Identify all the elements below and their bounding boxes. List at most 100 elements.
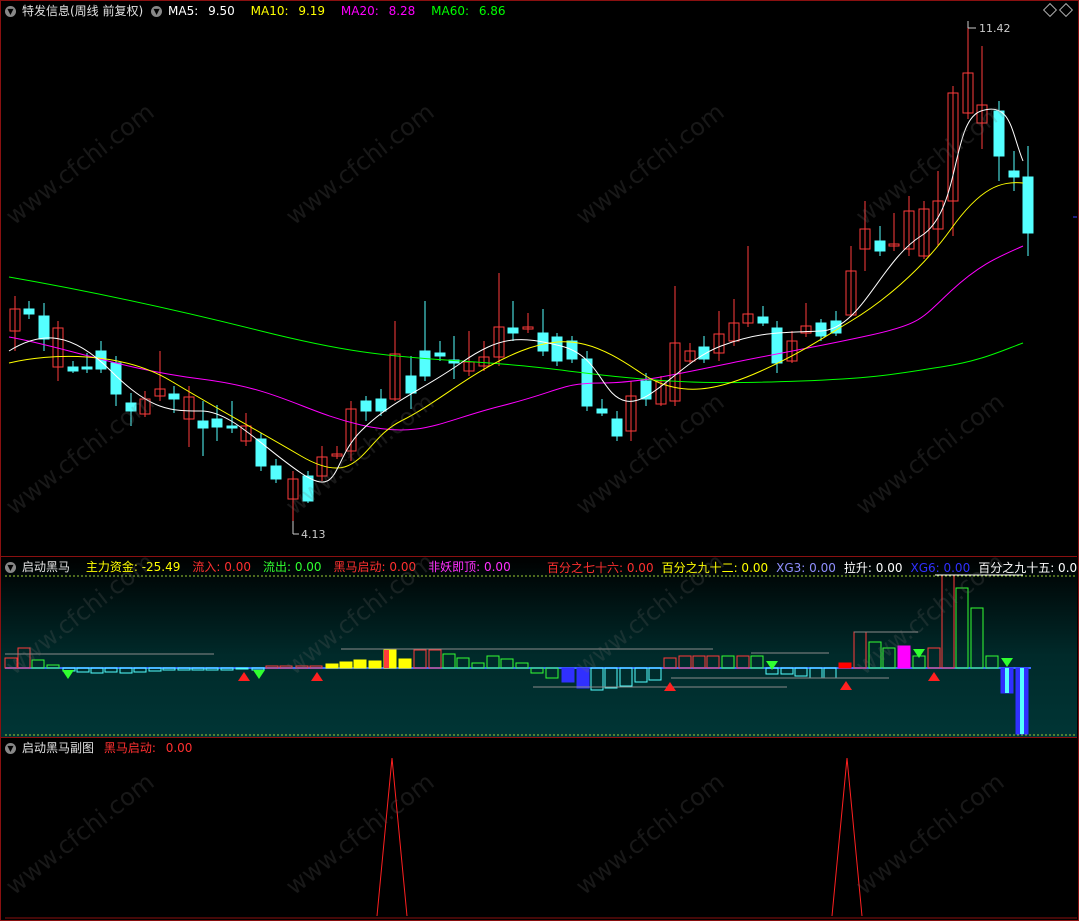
indicator-right-value-1: 百分之九十二: 0.00	[661, 561, 769, 575]
candle-body	[757, 316, 769, 324]
flow-bar	[235, 667, 249, 670]
buy-arrow-icon	[840, 681, 852, 690]
flow-bar	[678, 655, 692, 669]
candle-body	[551, 336, 563, 362]
flow-bar	[339, 661, 353, 669]
flow-bar	[970, 607, 984, 669]
sub-chart[interactable]	[1, 738, 1077, 920]
sub-header: ▼ 启动黑马副图 黑马启动: 0.00	[5, 740, 204, 756]
flow-bar	[809, 667, 823, 679]
stock-title: 特发信息(周线 前复权)	[22, 4, 144, 18]
sell-arrow-icon	[913, 649, 925, 658]
flow-bar	[17, 647, 31, 669]
ma5-label: MA5: 9.50	[168, 4, 235, 18]
signal-spike	[376, 757, 408, 917]
candle-body	[375, 398, 387, 412]
flow-bar	[736, 655, 750, 669]
candle-body	[270, 465, 282, 480]
flow-bar	[148, 667, 162, 672]
buy-arrow-icon	[311, 672, 323, 681]
candle-body	[1022, 176, 1034, 234]
flow-bar	[576, 667, 590, 689]
flow-bar	[604, 667, 618, 689]
candle-body	[698, 346, 710, 360]
indicator-right-value-4: XG6: 0.00	[910, 561, 971, 575]
ma10-line	[8, 182, 1024, 469]
indicator-right-value-0: 百分之七十六: 0.00	[547, 561, 654, 575]
candle-body	[23, 308, 35, 315]
flow-bar	[1005, 668, 1009, 693]
candle-body	[67, 366, 79, 372]
flow-bar	[985, 655, 999, 669]
flow-bar	[941, 574, 955, 669]
high-price-label: 11.42	[979, 22, 1011, 35]
indicator-panel[interactable]: ▼ 启动黑马 主力资金: -25.49 流入: 0.00 流出: 0.00 黑马启动: …	[1, 557, 1077, 738]
flow-bar	[663, 657, 677, 669]
flow-bar	[648, 667, 662, 681]
flow-bar	[456, 657, 470, 669]
flow-bar	[561, 667, 575, 683]
ma60-label: MA60: 6.86	[431, 4, 506, 18]
indicator-right-value-5: 百分之九十五: 0.00	[978, 561, 1077, 575]
candle-body	[168, 393, 180, 400]
indicator-header: ▼ 启动黑马 主力资金: -25.49 流入: 0.00 流出: 0.00 黑马启动: …	[5, 559, 529, 575]
flow-bar	[853, 631, 867, 669]
chevron-down-icon[interactable]: ▼	[151, 6, 163, 17]
indicator-value-0: 主力资金: -25.49	[85, 560, 181, 574]
candle-body	[197, 420, 209, 429]
flow-bar	[750, 655, 764, 669]
flow-bar	[46, 664, 60, 669]
chevron-down-icon[interactable]: ▼	[5, 6, 16, 17]
indicator-chart[interactable]	[1, 557, 1077, 737]
ma5-line	[8, 108, 1024, 483]
flow-bar	[619, 667, 633, 687]
indicator-value-2: 流出: 0.00	[262, 560, 322, 574]
chevron-down-icon[interactable]: ▼	[5, 562, 16, 573]
candle-body	[815, 322, 827, 337]
indicator-right-value-2: XG3: 0.00	[776, 561, 836, 575]
flow-bar	[838, 662, 852, 669]
sell-arrow-icon	[62, 670, 74, 679]
flow-bar	[353, 659, 367, 669]
flow-bar	[398, 658, 412, 669]
indicator-value-3: 黑马启动: 0.00	[333, 560, 417, 574]
indicator-title: 启动黑马	[22, 560, 71, 574]
ma10-label: MA10: 9.19	[250, 4, 326, 18]
flow-bar	[413, 649, 427, 669]
candle-body	[211, 418, 223, 428]
candlestick-chart[interactable]: 11.42 4.13	[1, 1, 1077, 556]
flow-bar	[794, 667, 808, 677]
candle-body	[125, 402, 137, 412]
candle-body	[38, 315, 50, 340]
flow-bar	[428, 649, 442, 669]
candle-body	[596, 408, 608, 414]
candle-body	[993, 110, 1005, 157]
indicator-right-values: 百分之七十六: 0.00 百分之九十二: 0.00 XG3: 0.00 拉升: 0.0…	[547, 559, 1077, 576]
flow-bar	[31, 659, 45, 669]
candle-body	[81, 366, 93, 370]
candle-body	[302, 475, 314, 502]
sub-title: 启动黑马副图	[22, 741, 95, 755]
sub-panel[interactable]: ▼ 启动黑马副图 黑马启动: 0.00	[1, 738, 1077, 920]
price-panel[interactable]: 11.42 4.13 ▼ 特发信息(周线 前复权) ▼ MA5: 9.50 MA10:…	[1, 1, 1077, 557]
indicator-value-4: 非妖即顶: 0.00	[428, 560, 511, 574]
flow-bar	[442, 653, 456, 669]
price-header: ▼ 特发信息(周线 前复权) ▼ MA5: 9.50 MA10: 9.19 MA20…	[5, 3, 518, 19]
candle-body	[360, 400, 372, 412]
flow-bar	[706, 655, 720, 669]
buy-arrow-icon	[238, 672, 250, 681]
sell-arrow-icon	[253, 670, 265, 679]
flow-bar	[500, 658, 514, 669]
low-price-label: 4.13	[301, 528, 326, 541]
chevron-down-icon[interactable]: ▼	[5, 743, 16, 754]
sub-value-label: 黑马启动: 0.00	[103, 741, 193, 755]
candle-body	[434, 352, 446, 357]
indicator-right-value-3: 拉升: 0.00	[843, 561, 903, 575]
flow-bar	[368, 660, 382, 669]
sell-arrow-icon	[1001, 658, 1013, 667]
candle-body	[581, 358, 593, 407]
flow-bar	[927, 647, 941, 669]
ma20-label: MA20: 8.28	[340, 4, 416, 18]
flow-bar	[4, 657, 18, 669]
flow-bar	[882, 647, 896, 669]
